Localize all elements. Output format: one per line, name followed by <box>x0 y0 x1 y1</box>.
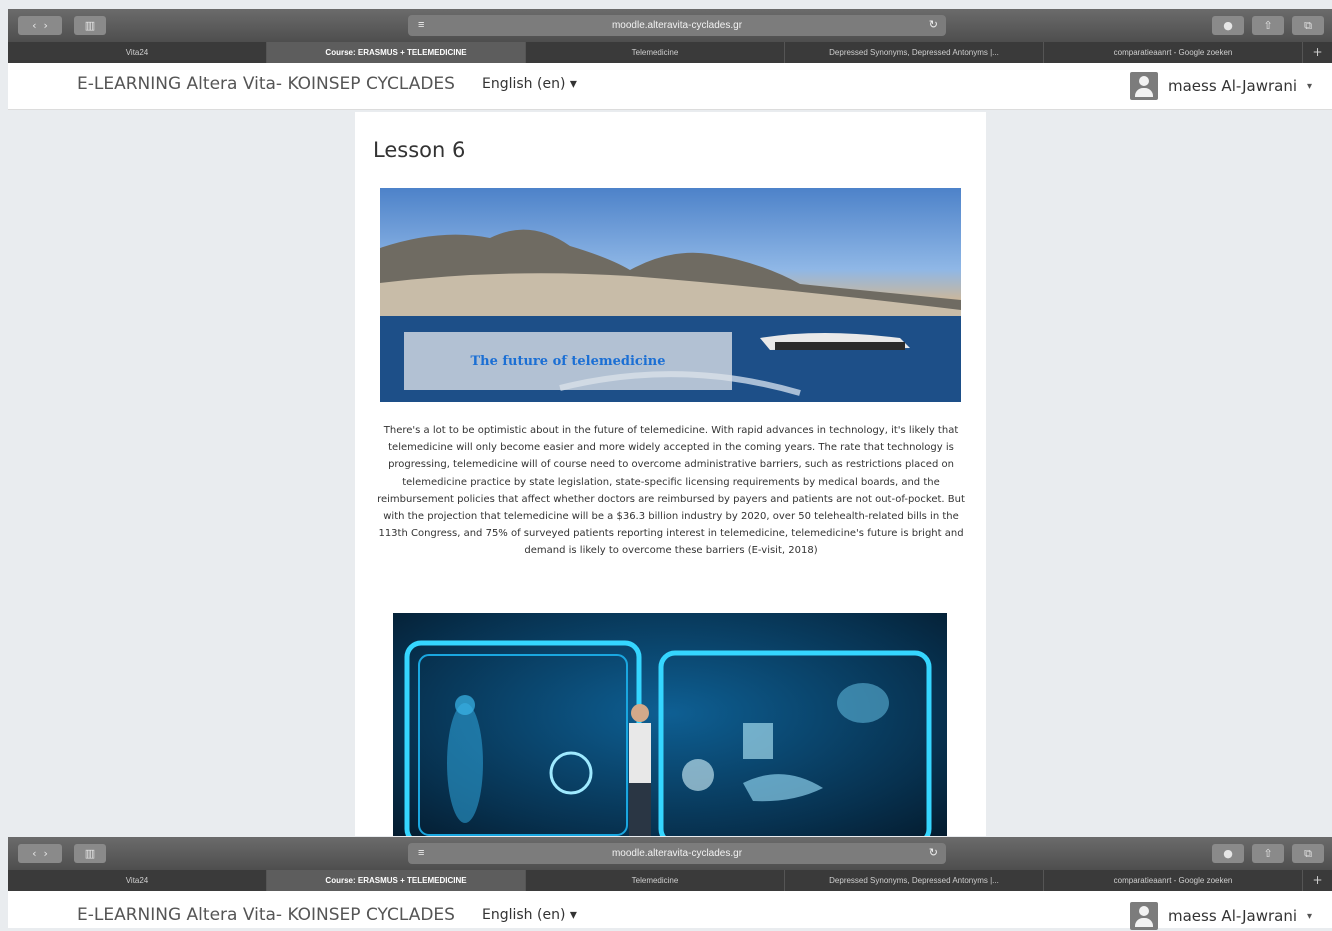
sidebar-icon[interactable]: ▥ <box>74 844 106 863</box>
forward-icon[interactable]: › <box>44 19 48 32</box>
new-tab-button[interactable]: + <box>1303 870 1332 891</box>
forward-icon[interactable]: › <box>44 847 48 860</box>
tab-google-search[interactable]: comparatieaanrt - Google zoeken <box>1044 870 1303 891</box>
tab-google-search[interactable]: comparatieaanrt - Google zoeken <box>1044 42 1303 63</box>
tab-course-erasmus[interactable]: Course: ERASMUS + TELEMEDICINE <box>267 870 526 891</box>
reader-icon[interactable]: ≡ <box>418 843 424 864</box>
reader-icon[interactable]: ≡ <box>418 15 424 36</box>
download-icon[interactable]: ● <box>1212 16 1244 35</box>
site-name[interactable]: E-LEARNING Altera Vita- KOINSEP CYCLADES <box>77 74 455 94</box>
url-text[interactable]: moodle.alteravita-cyclades.gr <box>612 848 742 859</box>
reload-icon[interactable]: ↻ <box>929 843 938 864</box>
user-name[interactable]: maess Al-Jawrani <box>1168 907 1297 925</box>
language-menu[interactable]: English (en) ▾ <box>482 907 577 923</box>
browser-toolbar: ‹ › ▥ ≡ moodle.alteravita-cyclades.gr ↻ … <box>8 9 1332 42</box>
back-forward-buttons[interactable]: ‹ › <box>18 16 62 35</box>
hero-caption: The future of telemedicine <box>470 353 666 369</box>
back-icon[interactable]: ‹ <box>32 19 36 32</box>
tab-bar-bottom: Vita24 Course: ERASMUS + TELEMEDICINE Te… <box>8 870 1332 891</box>
tab-bar: Vita24 Course: ERASMUS + TELEMEDICINE Te… <box>8 42 1332 63</box>
avatar-icon[interactable] <box>1130 902 1158 930</box>
page-title: Lesson 6 <box>373 138 466 162</box>
address-bar[interactable]: ≡ moodle.alteravita-cyclades.gr ↻ <box>408 15 946 36</box>
share-icon[interactable]: ⇧ <box>1252 16 1284 35</box>
download-icon[interactable]: ● <box>1212 844 1244 863</box>
site-name[interactable]: E-LEARNING Altera Vita- KOINSEP CYCLADES <box>77 905 455 925</box>
site-navbar-bottom: E-LEARNING Altera Vita- KOINSEP CYCLADES… <box>8 891 1332 931</box>
reload-icon[interactable]: ↻ <box>929 15 938 36</box>
language-menu[interactable]: English (en) ▾ <box>482 76 577 92</box>
tab-depressed-synonyms[interactable]: Depressed Synonyms, Depressed Antonyms |… <box>785 42 1044 63</box>
user-menu[interactable]: maess Al-Jawrani ▾ <box>1130 901 1312 931</box>
back-icon[interactable]: ‹ <box>32 847 36 860</box>
chevron-down-icon[interactable]: ▾ <box>1307 911 1312 922</box>
sidebar-icon[interactable]: ▥ <box>74 16 106 35</box>
tab-telemedicine[interactable]: Telemedicine <box>526 42 785 63</box>
share-icon[interactable]: ⇧ <box>1252 844 1284 863</box>
user-menu[interactable]: maess Al-Jawrani ▾ <box>1130 71 1312 101</box>
new-tab-button[interactable]: + <box>1303 42 1332 63</box>
address-bar[interactable]: ≡ moodle.alteravita-cyclades.gr ↻ <box>408 843 946 864</box>
site-navbar: E-LEARNING Altera Vita- KOINSEP CYCLADES… <box>8 63 1332 110</box>
tab-depressed-synonyms[interactable]: Depressed Synonyms, Depressed Antonyms |… <box>785 870 1044 891</box>
chevron-down-icon[interactable]: ▾ <box>1307 81 1312 92</box>
tab-course-erasmus[interactable]: Course: ERASMUS + TELEMEDICINE <box>267 42 526 63</box>
tabs-icon[interactable]: ⧉ <box>1292 844 1324 863</box>
tab-vita24[interactable]: Vita24 <box>8 42 267 63</box>
tabs-icon[interactable]: ⧉ <box>1292 16 1324 35</box>
user-name[interactable]: maess Al-Jawrani <box>1168 77 1297 95</box>
tab-telemedicine[interactable]: Telemedicine <box>526 870 785 891</box>
browser-toolbar-bottom: ‹ › ▥ ≡ moodle.alteravita-cyclades.gr ↻ … <box>8 837 1332 870</box>
back-forward-buttons[interactable]: ‹ › <box>18 844 62 863</box>
avatar-icon[interactable] <box>1130 72 1158 100</box>
tab-vita24[interactable]: Vita24 <box>8 870 267 891</box>
url-text[interactable]: moodle.alteravita-cyclades.gr <box>612 20 742 31</box>
lesson-paragraph: There's a lot to be optimistic about in … <box>377 425 965 557</box>
lesson-content: Lesson 6 The future of telemedicine Ther… <box>355 112 986 836</box>
telemedicine-image <box>393 613 947 836</box>
hero-caption-box: The future of telemedicine <box>404 332 732 390</box>
hero-image: The future of telemedicine <box>380 188 961 402</box>
